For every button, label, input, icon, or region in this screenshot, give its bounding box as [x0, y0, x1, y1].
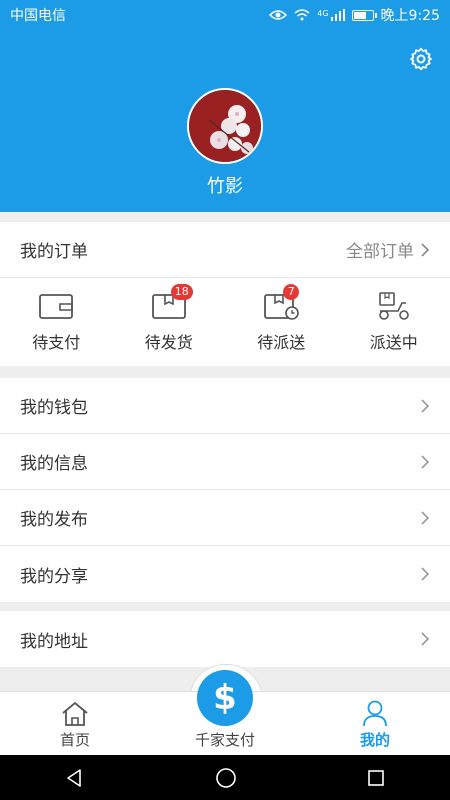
menu-item-address[interactable]: 我的地址: [0, 611, 450, 667]
orders-title: 我的订单: [20, 242, 88, 262]
menu-item-label: 我的分享: [20, 566, 88, 587]
order-pending-shipment[interactable]: 18 待发货: [113, 278, 226, 366]
chevron-right-icon: [421, 510, 430, 525]
menu-item-label: 我的信息: [20, 454, 88, 474]
menu-item-label: 我的地址: [20, 631, 88, 652]
order-pending-delivery[interactable]: 7 待派送: [225, 278, 338, 366]
signal-icon: [330, 9, 345, 21]
order-pending-payment[interactable]: 待支付: [0, 278, 113, 366]
home-nav-icon[interactable]: [215, 767, 237, 789]
menu-item-label: 我的发布: [20, 510, 88, 530]
user-icon: [363, 700, 387, 727]
chevron-right-icon: [421, 632, 430, 646]
order-label: 待支付: [32, 333, 81, 352]
network-type: 4G: [317, 9, 329, 18]
tab-label: 我的: [359, 731, 390, 749]
profile-header: 竹影: [0, 30, 450, 212]
order-status-row: 待支付 18 待发货 7 待派送 派送中: [0, 278, 450, 366]
menu-item-posts[interactable]: 我的发布: [0, 490, 450, 546]
order-in-delivery[interactable]: 派送中: [338, 278, 450, 366]
dollar-icon: $: [213, 678, 237, 718]
tab-label: 首页: [59, 731, 90, 749]
username: 竹影: [207, 176, 243, 197]
avatar[interactable]: [187, 88, 263, 164]
wallet-icon: [39, 294, 74, 319]
menu-item-info[interactable]: 我的信息: [0, 434, 450, 490]
menu-item-label: 我的钱包: [20, 398, 88, 418]
chevron-right-icon: [421, 454, 430, 469]
battery-icon: [351, 9, 377, 21]
menu-item-wallet[interactable]: 我的钱包: [0, 378, 450, 434]
scooter-icon: [378, 292, 409, 320]
tab-home[interactable]: 首页: [0, 692, 150, 756]
tab-mine[interactable]: 我的: [300, 692, 450, 756]
pay-button[interactable]: $: [197, 670, 253, 726]
system-nav-bar: [0, 755, 450, 800]
all-orders-link[interactable]: 全部订单: [346, 237, 430, 262]
carrier-name: 中国电信: [10, 8, 66, 24]
recents-icon[interactable]: [367, 769, 385, 787]
home-icon: [62, 701, 88, 726]
wifi-icon: [294, 9, 310, 21]
chevron-right-icon: [421, 398, 430, 413]
menu-item-share[interactable]: 我的分享: [0, 546, 450, 602]
badge-count: 18: [170, 284, 193, 300]
gear-icon[interactable]: [408, 46, 434, 72]
chevron-right-icon: [421, 242, 430, 257]
order-label: 派送中: [369, 333, 418, 352]
tab-label: 千家支付: [194, 731, 255, 749]
menu-group-1: 我的钱包 我的信息 我的发布 我的分享: [0, 378, 450, 602]
eye-icon: [269, 10, 288, 20]
order-label: 待派送: [257, 333, 306, 352]
status-bar: 中国电信 4G 晚上9:25: [0, 0, 450, 30]
order-label: 待发货: [144, 333, 193, 352]
chevron-right-icon: [421, 567, 430, 581]
orders-card: 我的订单 全部订单 待支付 18 待发货 7 待派送 派送中: [0, 222, 450, 366]
orders-header[interactable]: 我的订单 全部订单: [0, 222, 450, 278]
menu-group-2: 我的地址: [0, 611, 450, 667]
back-icon[interactable]: [65, 768, 85, 788]
status-time: 晚上9:25: [380, 8, 440, 24]
